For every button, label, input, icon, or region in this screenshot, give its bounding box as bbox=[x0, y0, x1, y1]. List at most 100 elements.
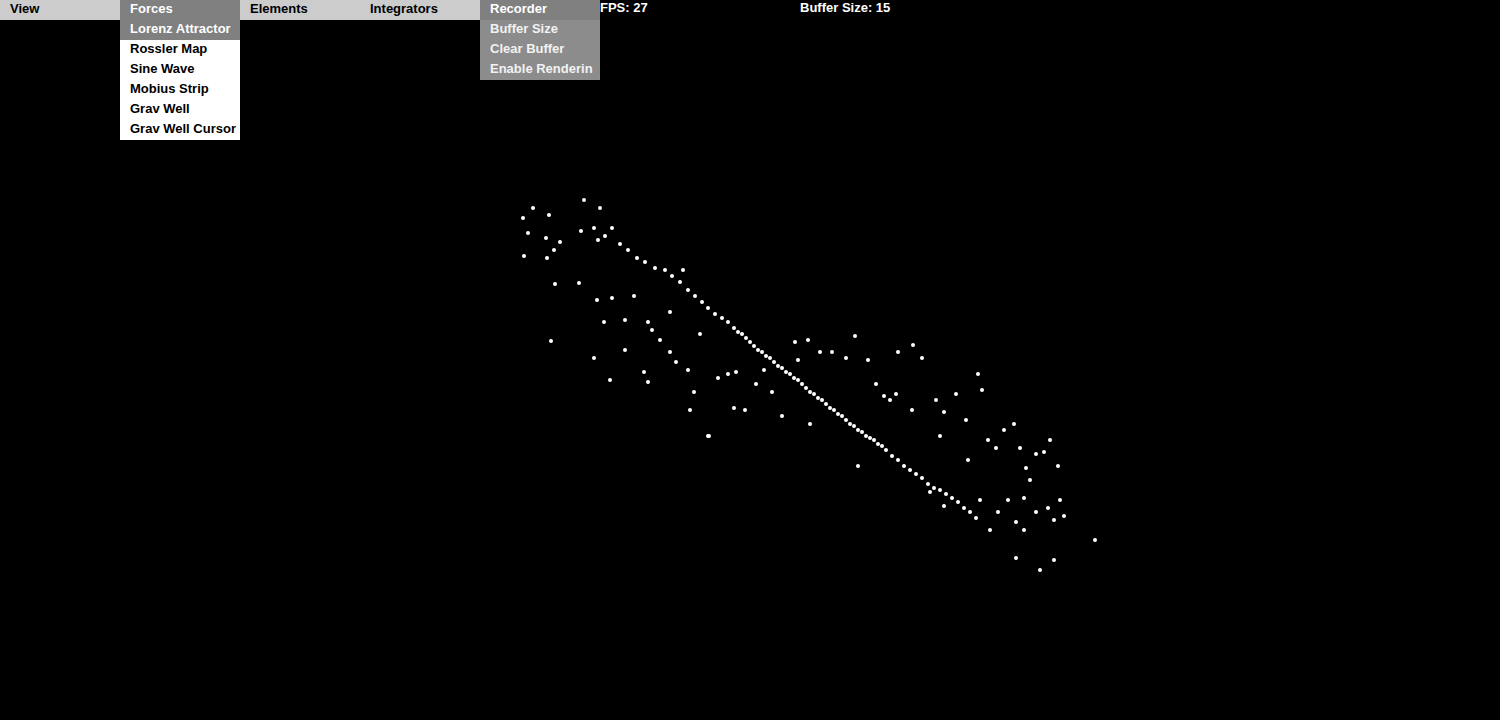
particle bbox=[732, 406, 736, 410]
particle bbox=[748, 340, 752, 344]
menu-item[interactable]: Clear Buffer bbox=[480, 40, 600, 60]
particle bbox=[526, 231, 530, 235]
particle bbox=[976, 372, 980, 376]
menu-item[interactable]: Grav Well Cursor bbox=[120, 120, 240, 140]
particle bbox=[806, 338, 810, 342]
menu-item[interactable]: Rossler Map bbox=[120, 40, 240, 60]
particle bbox=[579, 229, 583, 233]
particle bbox=[1038, 568, 1042, 572]
particle bbox=[1024, 466, 1028, 470]
particle bbox=[1056, 464, 1060, 468]
particle bbox=[692, 390, 696, 394]
particle bbox=[784, 370, 788, 374]
particle bbox=[1022, 496, 1026, 500]
particle bbox=[988, 528, 992, 532]
particle bbox=[928, 490, 932, 494]
menu[interactable]: Elements bbox=[240, 0, 360, 20]
particle bbox=[884, 448, 888, 452]
particle bbox=[768, 356, 772, 360]
particle bbox=[796, 378, 800, 382]
particle bbox=[994, 446, 998, 450]
particle bbox=[950, 496, 954, 500]
top-row: ViewForcesLorenz AttractorRossler MapSin… bbox=[0, 0, 1500, 20]
menu[interactable]: Integrators bbox=[360, 0, 480, 20]
particle bbox=[864, 434, 868, 438]
particle bbox=[762, 368, 766, 372]
particle bbox=[544, 236, 548, 240]
particle bbox=[610, 226, 614, 230]
particle bbox=[824, 402, 828, 406]
particle bbox=[872, 438, 876, 442]
particle bbox=[623, 318, 627, 322]
particle bbox=[688, 408, 692, 412]
particle bbox=[545, 256, 549, 260]
particle bbox=[764, 354, 768, 358]
particle bbox=[596, 238, 600, 242]
particle bbox=[874, 382, 878, 386]
particle bbox=[986, 438, 990, 442]
menu-item[interactable]: Enable Renderin bbox=[480, 60, 600, 80]
particle bbox=[603, 234, 607, 238]
particle bbox=[1048, 438, 1052, 442]
dropdown-menu: Lorenz AttractorRossler MapSine WaveMobi… bbox=[120, 20, 240, 140]
particle bbox=[882, 394, 886, 398]
particle bbox=[595, 298, 599, 302]
particle bbox=[844, 356, 848, 360]
particle bbox=[732, 326, 736, 330]
particle bbox=[635, 256, 639, 260]
particle bbox=[902, 464, 906, 468]
particle bbox=[856, 464, 860, 468]
particle bbox=[792, 376, 796, 380]
menu-item[interactable]: Grav Well bbox=[120, 100, 240, 120]
particle bbox=[1022, 528, 1026, 532]
particle bbox=[558, 240, 562, 244]
particle bbox=[632, 294, 636, 298]
menu-item[interactable]: Lorenz Attractor bbox=[120, 20, 240, 40]
particle bbox=[626, 248, 630, 252]
particle bbox=[707, 434, 711, 438]
particle bbox=[663, 268, 667, 272]
dropdown-menu: Buffer SizeClear BufferEnable Renderin bbox=[480, 20, 600, 80]
particle bbox=[706, 306, 710, 310]
particle bbox=[1028, 478, 1032, 482]
particle bbox=[668, 350, 672, 354]
menu-item[interactable]: Mobius Strip bbox=[120, 80, 240, 100]
particle bbox=[808, 422, 812, 426]
particle bbox=[720, 316, 724, 320]
particle bbox=[804, 386, 808, 390]
particle bbox=[602, 320, 606, 324]
particle bbox=[914, 472, 918, 476]
menu[interactable]: View bbox=[0, 0, 120, 20]
menu-item[interactable]: Sine Wave bbox=[120, 60, 240, 80]
particle bbox=[980, 388, 984, 392]
particle bbox=[780, 366, 784, 370]
particle bbox=[646, 380, 650, 384]
particle bbox=[942, 504, 946, 508]
particle bbox=[934, 398, 938, 402]
particle bbox=[674, 360, 678, 364]
particle bbox=[966, 458, 970, 462]
particle bbox=[592, 356, 596, 360]
status-text: Buffer Size: 15 bbox=[800, 0, 1000, 20]
particle bbox=[800, 382, 804, 386]
particle bbox=[1014, 556, 1018, 560]
particle bbox=[653, 266, 657, 270]
particle bbox=[760, 350, 764, 354]
particle bbox=[743, 408, 747, 412]
particle bbox=[962, 506, 966, 510]
particle bbox=[1012, 422, 1016, 426]
particle bbox=[553, 282, 557, 286]
particle bbox=[658, 338, 662, 342]
menu[interactable]: RecorderBuffer SizeClear BufferEnable Re… bbox=[480, 0, 600, 20]
particle bbox=[968, 510, 972, 514]
particle bbox=[938, 434, 942, 438]
particle bbox=[796, 358, 800, 362]
particle bbox=[744, 336, 748, 340]
particle bbox=[776, 364, 780, 368]
menu[interactable]: ForcesLorenz AttractorRossler MapSine Wa… bbox=[120, 0, 240, 20]
particle bbox=[944, 492, 948, 496]
menu-bar: ViewForcesLorenz AttractorRossler MapSin… bbox=[0, 0, 600, 20]
particle bbox=[860, 430, 864, 434]
particle bbox=[770, 390, 774, 394]
menu-item[interactable]: Buffer Size bbox=[480, 20, 600, 40]
